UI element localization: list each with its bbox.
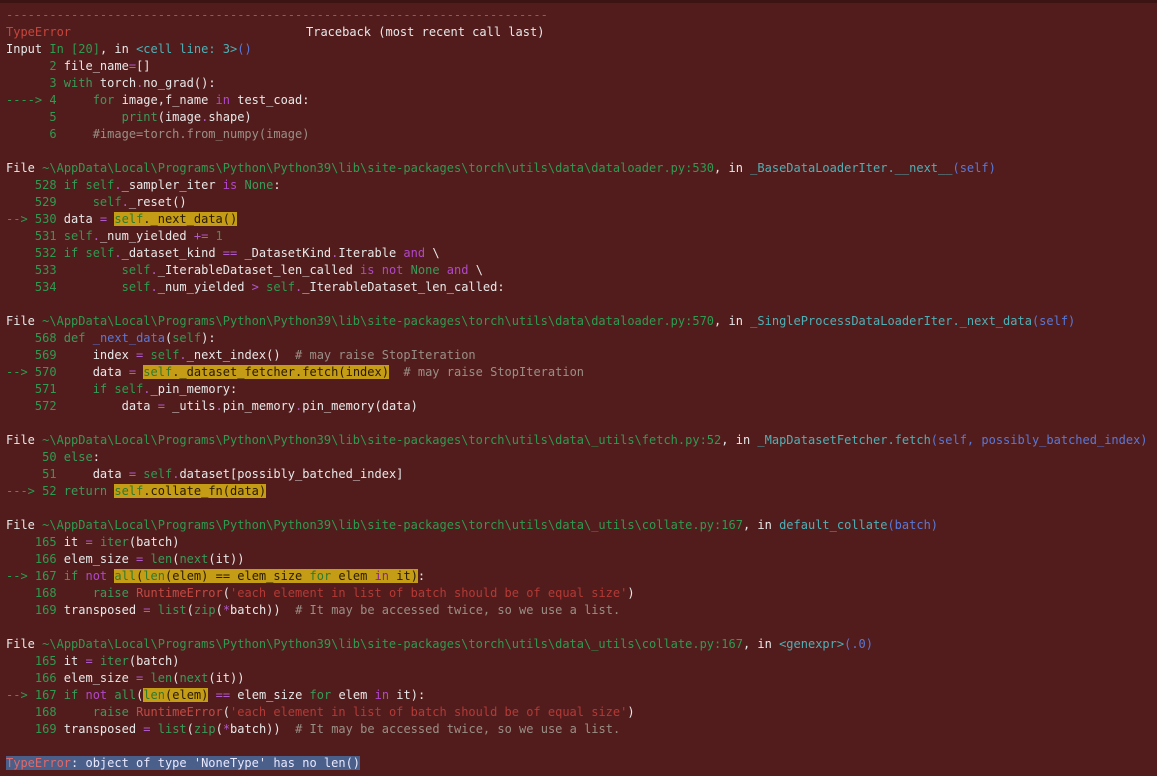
code-line-current: ---> 52 return self.collate_fn(data) <box>6 484 267 498</box>
code-line: 51 data = self.dataset[possibly_batched_… <box>6 467 404 481</box>
frame-header: File ~\AppData\Local\Programs\Python\Pyt… <box>6 161 996 175</box>
error-name: TypeError <box>6 25 72 39</box>
code-line: 533 self._IterableDataset_len_called is … <box>6 263 483 277</box>
code-line: 166 elem_size = len(next(it)) <box>6 671 245 685</box>
input-location-line: Input In [20], in <cell line: 3>() <box>6 41 252 58</box>
code-line: 166 elem_size = len(next(it)) <box>6 552 245 566</box>
code-line: 169 transposed = list(zip(*batch)) # It … <box>6 603 621 617</box>
code-line: 50 else: <box>6 450 100 464</box>
traceback-output: ----------------------------------------… <box>0 0 1157 776</box>
code-line: 532 if self._dataset_kind == _DatasetKin… <box>6 246 440 260</box>
code-line: 168 raise RuntimeError('each element in … <box>6 705 635 719</box>
frame-func: _SingleProcessDataLoaderIter._next_data <box>750 314 1032 328</box>
code-line: 531 self._num_yielded += 1 <box>6 229 223 243</box>
frame-path: ~\AppData\Local\Programs\Python\Python39… <box>42 637 743 651</box>
frame-path: ~\AppData\Local\Programs\Python\Python39… <box>42 433 722 447</box>
code-line-current: --> 570 data = self._dataset_fetcher.fet… <box>6 365 585 379</box>
input-prefix: Input <box>6 42 43 56</box>
code-line-current: --> 167 if not all(len(elem) == elem_siz… <box>6 569 426 583</box>
frame-header: File ~\AppData\Local\Programs\Python\Pyt… <box>6 433 1148 447</box>
frame-func: <genexpr> <box>779 637 845 651</box>
input-cell: In [20] <box>49 42 100 56</box>
code-line: 6 #image=torch.from_numpy(image) <box>6 127 310 141</box>
code-line: 5 print(image.shape) <box>6 110 252 124</box>
code-line: 529 self._reset() <box>6 195 187 209</box>
frame-func: _BaseDataLoaderIter.__next__ <box>750 161 953 175</box>
code-line: 528 if self._sampler_iter is None: <box>6 178 281 192</box>
code-line: 165 it = iter(batch) <box>6 654 180 668</box>
frame-func: default_collate <box>779 518 888 532</box>
separator-line: ----------------------------------------… <box>6 7 548 24</box>
frame-func: _MapDatasetFetcher.fetch <box>757 433 931 447</box>
frame-path: ~\AppData\Local\Programs\Python\Python39… <box>42 314 715 328</box>
traceback-header-right: Traceback (most recent call last) <box>306 25 545 39</box>
code-line: 3 with torch.no_grad(): <box>6 76 216 90</box>
frame-header: File ~\AppData\Local\Programs\Python\Pyt… <box>6 518 939 532</box>
input-mid: , in <box>99 42 129 56</box>
code-line-current: --> 530 data = self._next_data() <box>6 212 238 226</box>
input-loc: <cell line: 3> <box>136 42 238 56</box>
code-line: 571 if self._pin_memory: <box>6 382 238 396</box>
frame-path: ~\AppData\Local\Programs\Python\Python39… <box>42 161 715 175</box>
final-error-line[interactable]: TypeError: object of type 'NoneType' has… <box>6 755 361 772</box>
code-line: 165 it = iter(batch) <box>6 535 180 549</box>
code-line: 169 transposed = list(zip(*batch)) # It … <box>6 722 621 736</box>
code-line-current: --> 167 if not all(len(elem) == elem_siz… <box>6 688 426 702</box>
code-line: 572 data = _utils.pin_memory.pin_memory(… <box>6 399 418 413</box>
code-line: 168 raise RuntimeError('each element in … <box>6 586 635 600</box>
code-line: 568 def _next_data(self): <box>6 331 216 345</box>
final-error-message: : object of type 'NoneType' has no len() <box>71 756 361 770</box>
final-error-name: TypeError <box>6 756 72 770</box>
code-line-current: ----> 4 for image,f_name in test_coad: <box>6 93 310 107</box>
cell-top-edge <box>0 0 1157 3</box>
frame-header: File ~\AppData\Local\Programs\Python\Pyt… <box>6 637 874 651</box>
code-line: 2 file_name=[] <box>6 59 151 73</box>
separator: ----------------------------------------… <box>6 8 548 22</box>
input-paren: () <box>237 42 252 56</box>
code-line: 534 self._num_yielded > self._IterableDa… <box>6 280 505 294</box>
frame-header: File ~\AppData\Local\Programs\Python\Pyt… <box>6 314 1076 328</box>
frame-path: ~\AppData\Local\Programs\Python\Python39… <box>42 518 743 532</box>
code-line: 569 index = self._next_index() # may rai… <box>6 348 476 362</box>
traceback-header: TypeError Traceback (most recent call las… <box>6 24 544 41</box>
